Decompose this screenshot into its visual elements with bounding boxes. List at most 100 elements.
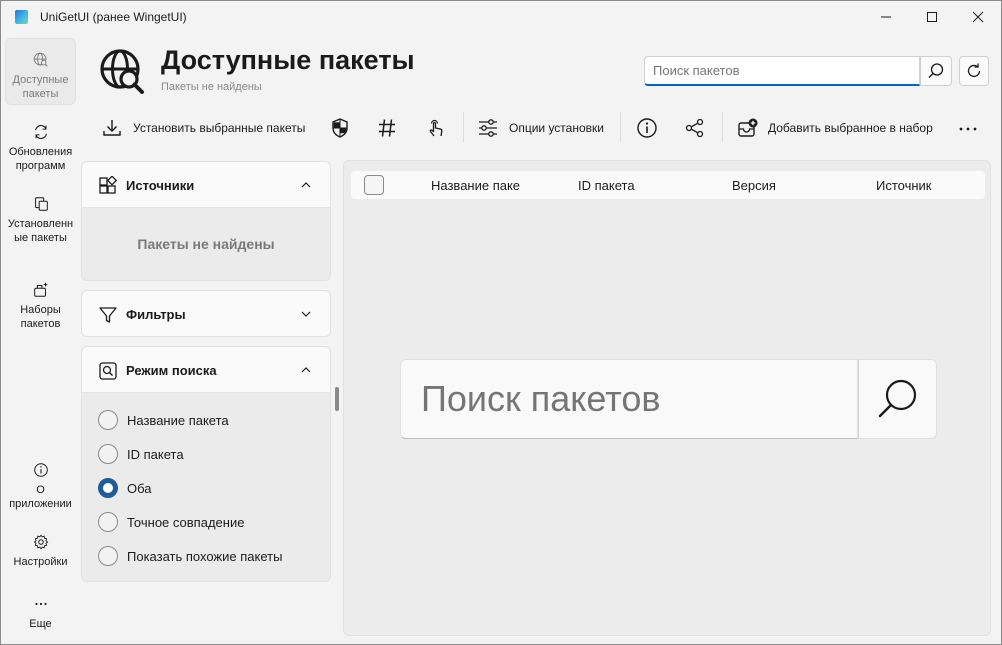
close-button[interactable] — [955, 1, 1001, 33]
radio-circle[interactable] — [98, 512, 118, 532]
hash-button[interactable] — [376, 113, 398, 143]
nav-item-label: Настройки — [13, 556, 68, 568]
add-to-bundle-button[interactable]: Добавить выбранное в набор — [737, 113, 933, 143]
toolbar-separator — [620, 112, 621, 142]
app-logo-icon — [15, 10, 28, 24]
nav-item-label: Еще — [29, 618, 52, 630]
sources-card: Источники Пакеты не найдены — [81, 161, 331, 281]
install-options-label: Опции установки — [509, 121, 604, 135]
search-input[interactable] — [644, 56, 920, 86]
center-search-input[interactable] — [400, 359, 858, 439]
search-mode-header[interactable]: Режим поиска — [82, 347, 330, 393]
chevron-up-icon — [301, 182, 311, 188]
search-mode-icon — [99, 362, 117, 380]
more-toolbar-button[interactable] — [958, 113, 978, 143]
sources-empty-text: Пакеты не найдены — [137, 236, 275, 252]
nav-item-label: Доступные пакеты — [12, 74, 69, 100]
panel-splitter[interactable] — [335, 387, 339, 411]
globe-search-icon — [33, 52, 48, 67]
nav-item-label: О приложении — [9, 484, 72, 510]
reload-icon — [967, 63, 981, 78]
add-to-bundle-icon — [738, 118, 758, 137]
install-options-button[interactable]: Опции установки — [477, 113, 604, 143]
table-header: Название паке ID пакета Версия Источник — [351, 171, 985, 199]
interactive-button[interactable] — [425, 113, 447, 143]
radio-label: ID пакета — [127, 446, 184, 462]
download-icon — [103, 120, 121, 136]
package-details-button[interactable] — [636, 113, 658, 143]
toolbar-separator — [722, 112, 723, 142]
nav-item-available-packages[interactable]: Доступные пакеты — [5, 38, 76, 105]
title-bar[interactable]: UniGetUI (ранее WingetUI) — [1, 1, 1001, 33]
shield-button[interactable] — [329, 113, 351, 143]
sources-header[interactable]: Источники — [82, 162, 330, 208]
toolbar-separator — [463, 112, 464, 142]
close-icon — [972, 11, 984, 23]
center-search-button[interactable] — [858, 359, 937, 439]
filters-card: Фильтры — [81, 290, 331, 337]
radio-package-id[interactable]: ID пакета — [98, 443, 184, 465]
search-mode-card: Режим поиска Название пакета ID пакета О… — [81, 346, 331, 582]
radio-circle[interactable] — [98, 546, 118, 566]
nav-item-more[interactable]: Еще — [5, 595, 76, 635]
nav-item-label: Наборы пакетов — [20, 304, 61, 330]
filters-title: Фильтры — [126, 307, 186, 322]
window-title: UniGetUI (ранее WingetUI) — [40, 10, 187, 24]
search-button[interactable] — [920, 56, 952, 86]
radio-circle-checked[interactable] — [98, 478, 118, 498]
options-sliders-icon — [479, 119, 497, 137]
filters-header[interactable]: Фильтры — [82, 291, 330, 336]
nav-item-updates[interactable]: Обновления программ — [5, 123, 76, 175]
search-icon — [928, 63, 944, 78]
nav-item-bundles[interactable]: Наборы пакетов — [5, 281, 76, 333]
search-mode-title: Режим поиска — [126, 363, 217, 378]
app-window: UniGetUI (ранее WingetUI) Доступные паке… — [0, 0, 1002, 645]
nav-item-settings[interactable]: Настройки — [5, 533, 76, 569]
column-header-version[interactable]: Версия — [732, 178, 776, 193]
nav-item-installed[interactable]: Установленные пакеты — [5, 195, 76, 261]
hash-icon — [379, 119, 395, 137]
search-icon — [878, 379, 916, 418]
more-icon — [959, 127, 977, 131]
navigation-sidebar: Доступные пакеты Обновления программ Уст… — [1, 33, 81, 645]
radio-label: Показать похожие пакеты — [127, 548, 283, 564]
radio-label: Название пакета — [127, 412, 229, 428]
globe-search-header-icon — [100, 49, 144, 94]
add-to-bundle-label: Добавить выбранное в набор — [768, 121, 933, 135]
column-header-source[interactable]: Источник — [876, 178, 932, 193]
radio-similar-packages[interactable]: Показать похожие пакеты — [98, 545, 282, 567]
select-all-checkbox[interactable] — [364, 175, 384, 195]
share-icon — [685, 118, 704, 138]
maximize-button[interactable] — [909, 1, 955, 33]
radio-exact-match[interactable]: Точное совпадение — [98, 511, 244, 533]
bundle-icon — [33, 282, 47, 297]
chevron-down-icon — [301, 311, 311, 317]
radio-package-name[interactable]: Название пакета — [98, 409, 229, 431]
share-button[interactable] — [684, 113, 706, 143]
reload-button[interactable] — [959, 56, 989, 86]
installed-icon — [34, 197, 48, 211]
column-header-id[interactable]: ID пакета — [578, 178, 635, 193]
sources-title: Источники — [126, 178, 195, 193]
radio-both[interactable]: Оба — [98, 477, 152, 499]
install-selected-label: Установить выбранные пакеты — [133, 121, 306, 135]
page-subtitle: Пакеты не найдены — [161, 81, 262, 93]
gear-icon — [33, 534, 48, 550]
refresh-icon — [34, 125, 47, 139]
minimize-button[interactable] — [863, 1, 909, 33]
radio-circle[interactable] — [98, 410, 118, 430]
info-icon — [637, 118, 657, 138]
column-header-name[interactable]: Название паке — [431, 178, 524, 193]
touch-hand-icon — [429, 119, 443, 137]
sources-grid-icon — [99, 176, 118, 194]
radio-circle[interactable] — [98, 444, 118, 464]
nav-item-label: Установленные пакеты — [7, 218, 74, 244]
chevron-up-icon — [301, 367, 311, 373]
radio-label: Оба — [127, 480, 152, 496]
nav-item-about[interactable]: О приложении — [5, 461, 76, 513]
info-icon — [33, 463, 48, 477]
filter-funnel-icon — [99, 307, 117, 323]
page-title: Доступные пакеты — [161, 45, 415, 75]
maximize-icon — [927, 12, 937, 22]
install-selected-button[interactable]: Установить выбранные пакеты — [101, 113, 305, 143]
